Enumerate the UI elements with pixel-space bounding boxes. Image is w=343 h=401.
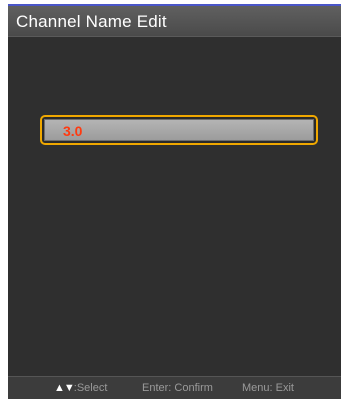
channel-name-field[interactable]: 3.0 — [40, 115, 318, 145]
channel-name-value: 3.0 — [63, 123, 83, 139]
edit-panel: 3.0 — [8, 37, 341, 376]
exit-hint: Menu: Exit — [242, 382, 294, 394]
up-down-arrows-icon: ▲▼ — [54, 382, 75, 394]
page-title: Channel Name Edit — [16, 12, 167, 31]
help-bar: ▲▼:Select Enter: Confirm Menu: Exit — [8, 376, 341, 399]
channel-name-input[interactable]: 3.0 — [44, 119, 314, 141]
select-hint: ▲▼:Select — [54, 382, 107, 394]
title-bar: Channel Name Edit — [8, 6, 341, 37]
confirm-hint: Enter: Confirm — [142, 382, 213, 394]
osd-window: Channel Name Edit 3.0 ▲▼:Select Enter: C… — [8, 4, 341, 399]
select-hint-label: :Select — [73, 382, 108, 394]
